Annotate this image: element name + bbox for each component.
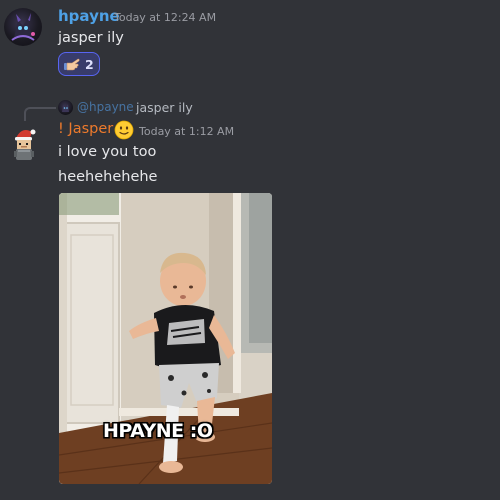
reply-mention[interactable]: @hpayne (77, 100, 134, 114)
reply-spine (24, 107, 56, 121)
username[interactable]: ! Jasper (58, 121, 113, 137)
user-avatar[interactable] (8, 124, 40, 162)
message-text: i love you too (58, 144, 157, 160)
reply-preview-text[interactable]: jasper ily (136, 100, 193, 115)
reply-avatar[interactable] (58, 100, 73, 115)
reaction-button[interactable]: 2 (58, 52, 100, 76)
user-avatar[interactable] (4, 8, 42, 46)
slightly-smiling-face-icon (114, 120, 134, 140)
message-text: jasper ily (58, 30, 124, 46)
reaction-count: 2 (85, 56, 94, 72)
gif-attachment[interactable]: HPAYNE :O (59, 193, 272, 484)
username[interactable]: hpayne (58, 7, 120, 25)
message-timestamp: Today at 12:24 AM (114, 11, 217, 24)
message-text: heehehehehe (58, 169, 158, 185)
message-timestamp: Today at 1:12 AM (139, 125, 235, 138)
gif-caption: HPAYNE :O (103, 420, 213, 442)
pointing-hand-emoji-icon (64, 58, 80, 71)
